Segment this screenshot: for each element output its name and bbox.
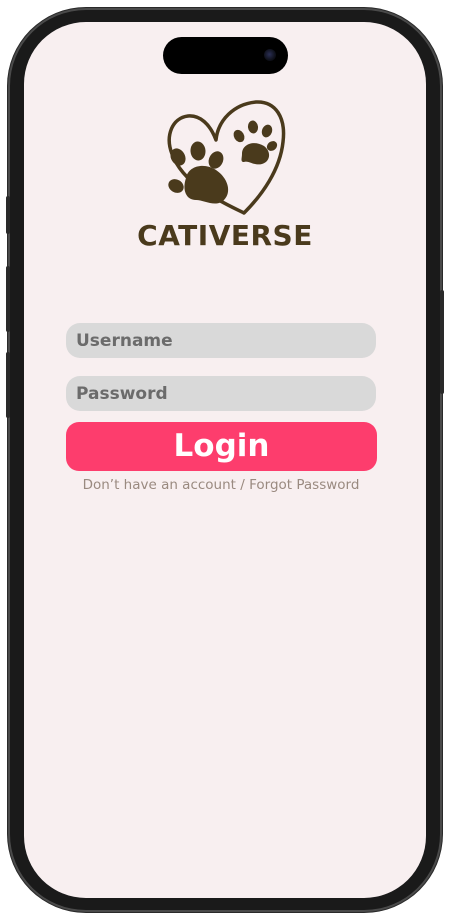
forgot-password-link[interactable]: Forgot Password bbox=[249, 477, 359, 493]
dynamic-island bbox=[163, 37, 288, 74]
username-input[interactable] bbox=[66, 323, 376, 358]
volume-up-button bbox=[6, 266, 10, 332]
volume-down-button bbox=[6, 352, 10, 418]
power-button bbox=[440, 290, 444, 394]
auth-links: Don’t have an account / Forgot Password bbox=[0, 476, 442, 494]
camera-icon bbox=[264, 49, 276, 61]
login-button[interactable]: Login bbox=[66, 422, 377, 471]
password-input[interactable] bbox=[66, 376, 376, 411]
app-brand-name: CATIVERSE bbox=[137, 219, 313, 252]
heart-paws-icon bbox=[167, 100, 286, 215]
link-separator: / bbox=[235, 477, 250, 493]
signup-link[interactable]: Don’t have an account bbox=[83, 477, 236, 493]
